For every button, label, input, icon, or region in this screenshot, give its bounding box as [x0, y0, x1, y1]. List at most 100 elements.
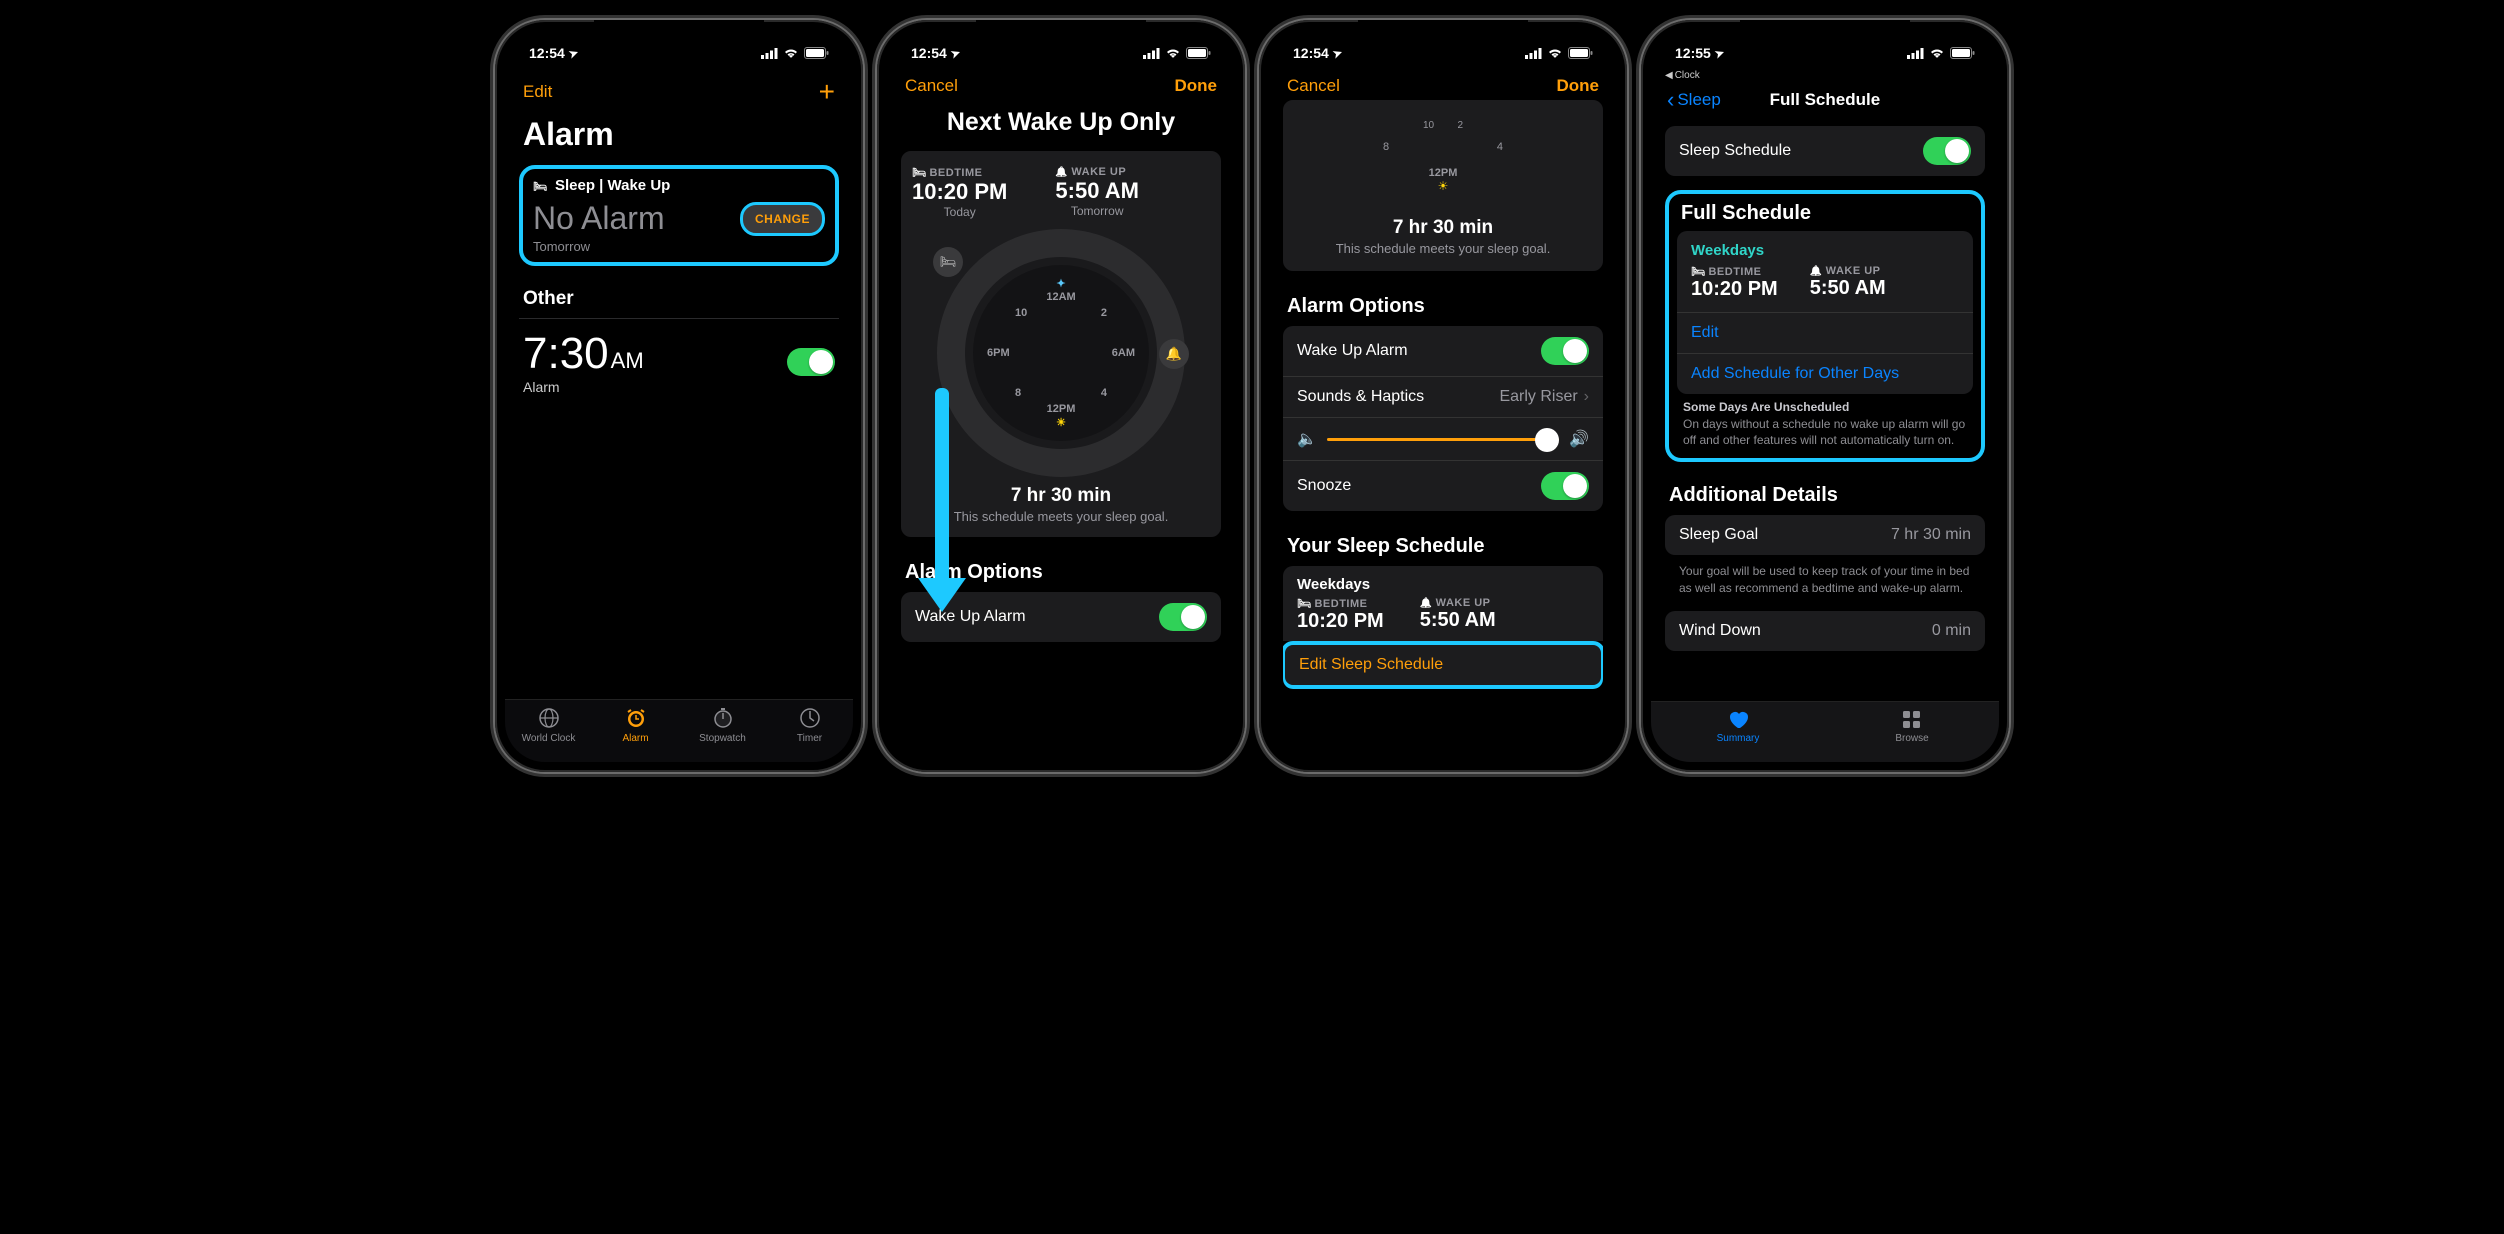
- page-title: Full Schedule: [1721, 90, 1929, 110]
- change-button[interactable]: CHANGE: [740, 202, 825, 236]
- weekdays-schedule-row: Weekdays BEDTIME 10:20 PM WAKE UP 5:50 A…: [1677, 231, 1973, 312]
- bell-icon: [1055, 166, 1071, 178]
- alarm-ampm: AM: [611, 348, 644, 374]
- sleep-dial-partial[interactable]: ☀ 12PM 8 4 10 2: [1313, 101, 1573, 211]
- alarm-time: 7:30: [523, 329, 609, 379]
- sounds-haptics-row[interactable]: Sounds & Haptics Early Riser›: [1283, 376, 1603, 417]
- full-schedule-header: Full Schedule: [1677, 200, 1973, 231]
- tab-browse[interactable]: Browse: [1825, 708, 1999, 744]
- volume-slider-row[interactable]: 🔈 🔊: [1283, 417, 1603, 460]
- cellular-icon: [761, 48, 778, 59]
- bed-icon: [1691, 265, 1708, 278]
- cancel-button[interactable]: Cancel: [1287, 76, 1340, 96]
- battery-icon: [804, 47, 829, 59]
- back-button[interactable]: ‹Sleep: [1667, 90, 1721, 110]
- sleep-dial[interactable]: ✦ 12AM ☀ 12PM 6PM 6AM 10 2 8 4 🛏 🔔: [937, 229, 1185, 477]
- page-title: Next Wake Up Only: [901, 100, 1221, 151]
- bedtime-value: 10:20 PM: [912, 179, 1007, 205]
- tab-bar: Summary Browse: [1651, 701, 1999, 762]
- snooze-toggle[interactable]: [1541, 472, 1589, 500]
- tab-timer[interactable]: Timer: [766, 706, 853, 744]
- wakeup-knob[interactable]: 🔔: [1159, 339, 1189, 369]
- wakeup-value: 5:50 AM: [1055, 178, 1139, 204]
- sleep-goal-footnote: Your goal will be used to keep track of …: [1665, 557, 1985, 611]
- wind-down-row[interactable]: Wind Down 0 min: [1665, 611, 1985, 651]
- sleep-schedule-row[interactable]: Sleep Schedule: [1665, 126, 1985, 176]
- duration-sub: This schedule meets your sleep goal.: [912, 509, 1210, 524]
- bed-icon: [1297, 597, 1314, 610]
- wake-up-alarm-row[interactable]: Wake Up Alarm: [901, 592, 1221, 642]
- phone-3-alarm-options: 12:54➤ Cancel Done ☀ 12PM 8 4 10: [1259, 20, 1627, 772]
- location-icon: ➤: [1713, 45, 1726, 60]
- no-alarm-text: No Alarm: [533, 200, 665, 237]
- location-icon: ➤: [567, 45, 580, 60]
- cellular-icon: [1907, 48, 1924, 59]
- duration: 7 hr 30 min: [912, 485, 1210, 507]
- sleep-wake-card[interactable]: Sleep | Wake Up No Alarm CHANGE Tomorrow: [519, 165, 839, 266]
- tab-bar: World Clock Alarm Stopwatch Timer: [505, 699, 853, 762]
- volume-low-icon: 🔈: [1297, 429, 1317, 449]
- location-icon: ➤: [1331, 45, 1344, 60]
- wake-up-alarm-row[interactable]: Wake Up Alarm: [1283, 326, 1603, 376]
- notch: [1740, 20, 1910, 48]
- add-schedule-button[interactable]: Add Schedule for Other Days: [1677, 353, 1973, 394]
- chevron-right-icon: ›: [1584, 388, 1589, 405]
- cancel-button[interactable]: Cancel: [905, 76, 958, 96]
- sleep-wake-label: Sleep | Wake Up: [555, 177, 670, 194]
- page-title: Alarm: [519, 112, 839, 165]
- schedule-weekdays-row: Weekdays BEDTIME 10:20 PM WAKE UP 5:50 A…: [1283, 566, 1603, 641]
- your-sleep-schedule-header: Your Sleep Schedule: [1283, 525, 1603, 566]
- cellular-icon: [1143, 48, 1160, 59]
- duration-sub: This schedule meets your sleep goal.: [1298, 241, 1588, 256]
- add-alarm-button[interactable]: +: [819, 76, 835, 108]
- phone-1-alarm: 12:54➤ Edit + Alarm Sleep | Wake Up No A…: [495, 20, 863, 772]
- bed-icon: [533, 177, 550, 194]
- bed-icon: [912, 166, 929, 179]
- bell-icon: [1810, 265, 1826, 277]
- notch: [976, 20, 1146, 48]
- alarm-sublabel: Alarm: [523, 379, 644, 395]
- notch: [1358, 20, 1528, 48]
- other-header: Other: [519, 278, 839, 318]
- sleep-dial-card: BEDTIME 10:20 PM Today WAKE UP 5:50 AM T…: [901, 151, 1221, 537]
- sleep-schedule-toggle[interactable]: [1923, 137, 1971, 165]
- done-button[interactable]: Done: [1175, 76, 1218, 96]
- back-to-app[interactable]: ◀ Clock: [1665, 70, 1700, 81]
- tab-stopwatch[interactable]: Stopwatch: [679, 706, 766, 744]
- cellular-icon: [1525, 48, 1542, 59]
- volume-high-icon: 🔊: [1569, 429, 1589, 449]
- full-schedule-highlight: Full Schedule Weekdays BEDTIME 10:20 PM …: [1665, 190, 1985, 462]
- snooze-row[interactable]: Snooze: [1283, 460, 1603, 511]
- alarm-toggle[interactable]: [787, 348, 835, 376]
- wifi-icon: [783, 47, 799, 59]
- location-icon: ➤: [949, 45, 962, 60]
- wifi-icon: [1929, 47, 1945, 59]
- edit-sleep-schedule-button[interactable]: Edit Sleep Schedule: [1283, 641, 1603, 689]
- notch: [594, 20, 764, 48]
- tomorrow-label: Tomorrow: [533, 239, 825, 254]
- phone-2-next-wake-up: 12:54➤ Cancel Done Next Wake Up Only BED…: [877, 20, 1245, 772]
- edit-button[interactable]: Edit: [523, 82, 552, 102]
- tab-summary[interactable]: Summary: [1651, 708, 1825, 744]
- bedtime-knob[interactable]: 🛏: [933, 247, 963, 277]
- edit-schedule-button[interactable]: Edit: [1677, 312, 1973, 353]
- duration: 7 hr 30 min: [1298, 217, 1588, 239]
- battery-icon: [1186, 47, 1211, 59]
- tab-world-clock[interactable]: World Clock: [505, 706, 592, 744]
- tab-alarm[interactable]: Alarm: [592, 706, 679, 744]
- divider: [519, 318, 839, 319]
- dial-summary-card: ☀ 12PM 8 4 10 2 7 hr 30 min This schedul…: [1283, 100, 1603, 271]
- battery-icon: [1950, 47, 1975, 59]
- alarm-options-header: Alarm Options: [901, 551, 1221, 592]
- bell-icon: [1420, 597, 1436, 609]
- alarm-options-header: Alarm Options: [1283, 285, 1603, 326]
- battery-icon: [1568, 47, 1593, 59]
- wifi-icon: [1165, 47, 1181, 59]
- additional-details-header: Additional Details: [1665, 474, 1985, 515]
- wake-up-alarm-toggle[interactable]: [1541, 337, 1589, 365]
- status-time: 12:54: [529, 45, 565, 61]
- wake-up-alarm-toggle[interactable]: [1159, 603, 1207, 631]
- volume-slider[interactable]: [1327, 438, 1559, 441]
- sleep-goal-row[interactable]: Sleep Goal 7 hr 30 min: [1665, 515, 1985, 555]
- done-button[interactable]: Done: [1557, 76, 1600, 96]
